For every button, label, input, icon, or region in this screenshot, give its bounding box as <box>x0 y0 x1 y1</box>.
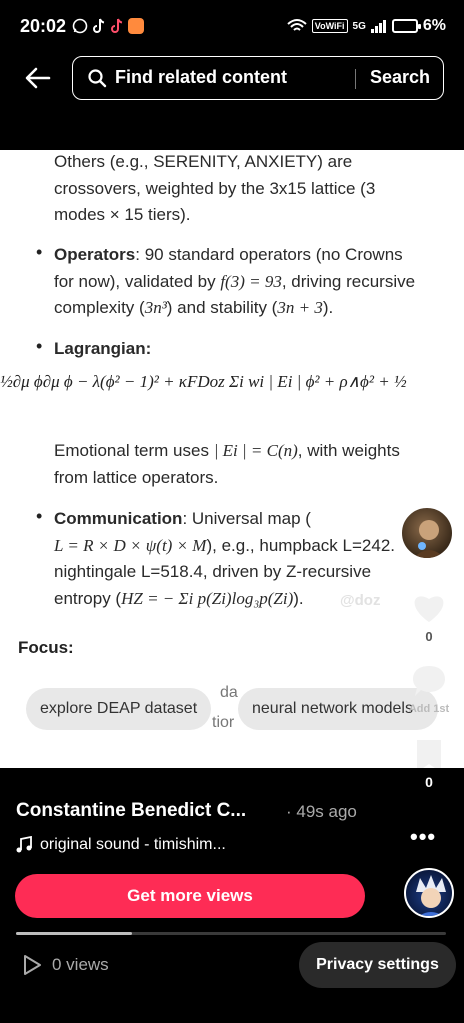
operators-text: : 90 standard operators (no Crowns <box>135 245 403 264</box>
intro-line: crossovers, weighted by the 3x15 lattice… <box>54 178 376 198</box>
top-header: Find related content Search <box>0 56 464 150</box>
partial-text: da <box>220 684 238 701</box>
lagrangian-equation: ½∂μ ϕ∂μ ϕ − λ(ϕ² − 1)² + κFDoz Σi wi | E… <box>0 372 407 391</box>
operators-paragraph: Operators: 90 standard operators (no Cro… <box>54 242 464 322</box>
communication-text: nightingale L=518.4, driven by Z-recursi… <box>54 562 372 581</box>
sound-link[interactable]: original sound - timishim... <box>16 836 226 854</box>
notification-icons <box>72 18 144 34</box>
operators-math: 3n + 3 <box>277 298 323 317</box>
get-more-views-button[interactable]: Get more views <box>15 874 365 918</box>
comment-count: Add 1st <box>408 703 450 715</box>
operators-math: f(3) = 93 <box>220 271 282 291</box>
network-type: 5G <box>352 20 366 32</box>
focus-heading: Focus: <box>18 638 74 657</box>
user-avatar[interactable] <box>404 868 454 918</box>
intro-line: Others (e.g., SERENITY, ANXIETY) are <box>54 152 353 171</box>
wifi-icon <box>287 19 307 31</box>
creator-name[interactable]: Constantine Benedict C... <box>16 800 246 822</box>
bullet-dot: • <box>36 506 43 526</box>
communication-text: ), e.g., humpback L=242. <box>206 535 396 555</box>
privacy-settings-button[interactable]: Privacy settings <box>299 942 456 988</box>
post-info-panel: 0 Constantine Benedict C... · 49s ago or… <box>0 768 464 1023</box>
operators-text: complexity ( <box>54 298 145 317</box>
battery-icon <box>391 19 421 33</box>
bullet-dot: • <box>36 336 43 356</box>
vowifi-badge: VoWiFi <box>311 19 348 33</box>
emotional-text: Emotional term uses <box>54 441 214 460</box>
operators-text: , driving recursive <box>281 271 416 291</box>
progress-fill <box>16 932 133 935</box>
battery-level: 6% <box>422 17 446 34</box>
back-arrow-icon <box>25 67 51 89</box>
video-content[interactable]: Others (e.g., SERENITY, ANXIETY) are cro… <box>0 150 464 768</box>
save-button[interactable] <box>406 738 452 768</box>
tiktok-watermark: @doz <box>340 592 381 609</box>
shopping-app-icon <box>128 18 144 34</box>
communication-math: HZ = − Σi p(Zi)log₃p(Zi) <box>121 588 294 608</box>
emotional-paragraph: Emotional term uses | Ei | = C(n), with … <box>54 438 400 491</box>
operators-text: for now), validated by <box>54 271 221 291</box>
communication-text: ). <box>293 588 304 608</box>
lagrangian-label: Lagrangian <box>54 339 146 358</box>
communication-math: L = R × D × ψ(t) × M <box>54 535 207 555</box>
partial-text: tior <box>212 714 235 731</box>
playback-progress[interactable] <box>16 932 446 935</box>
signal-icon <box>370 20 386 33</box>
operators-math: 3n³ <box>144 298 167 317</box>
views-count: 0 views <box>52 955 109 974</box>
post-time: · 49s ago <box>286 802 357 821</box>
intro-paragraph: Others (e.g., SERENITY, ANXIETY) are cro… <box>54 150 375 229</box>
status-bar: 20:02 VoWiFi 5G 6% <box>0 0 464 56</box>
search-icon <box>88 69 107 88</box>
heart-icon <box>414 596 444 622</box>
avatar-image <box>413 520 445 558</box>
tiktok-icon <box>93 18 105 33</box>
user-avatar-image <box>416 875 446 916</box>
tiktok-lite-icon <box>111 18 123 33</box>
operators-label: Operators <box>54 245 136 264</box>
operators-text: ) and stability ( <box>166 298 278 317</box>
lagrangian-heading: Lagrangian: <box>54 339 152 358</box>
search-input[interactable]: Find related content <box>115 67 287 88</box>
communication-label: Communication <box>54 509 183 528</box>
music-note-icon <box>16 836 32 853</box>
emotional-text: from lattice operators. <box>54 467 219 487</box>
comment-icon <box>413 666 445 696</box>
operators-text: ). <box>322 298 334 317</box>
communication-text: : Universal map ( <box>182 509 311 528</box>
comment-button[interactable]: Add 1st <box>406 664 452 715</box>
bullet-dot: • <box>36 242 43 262</box>
sound-name: original sound - timishim... <box>40 836 226 853</box>
like-button[interactable]: 0 <box>406 590 452 644</box>
search-button[interactable]: Search <box>370 67 430 88</box>
status-time: 20:02 <box>20 16 67 36</box>
play-outline-icon <box>24 955 41 975</box>
views-indicator[interactable]: 0 views <box>22 954 109 976</box>
back-button[interactable] <box>20 60 56 96</box>
search-divider <box>355 69 356 89</box>
status-indicators: VoWiFi 5G 6% <box>287 17 446 35</box>
suggestion-chip[interactable]: explore DEAP dataset <box>26 688 212 730</box>
search-bar[interactable]: Find related content Search <box>72 56 444 100</box>
intro-line: modes × 15 tiers). <box>54 205 191 224</box>
whatsapp-icon <box>72 18 88 34</box>
emotional-math: | Ei | = C(n) <box>213 441 298 460</box>
more-options-button[interactable]: ••• <box>410 824 436 850</box>
creator-avatar[interactable] <box>400 506 454 560</box>
save-count: 0 <box>425 774 433 790</box>
like-count: 0 <box>425 629 433 644</box>
emotional-text: , with weights <box>297 441 400 460</box>
bookmark-icon <box>417 740 441 768</box>
communication-text: entropy ( <box>54 588 122 608</box>
